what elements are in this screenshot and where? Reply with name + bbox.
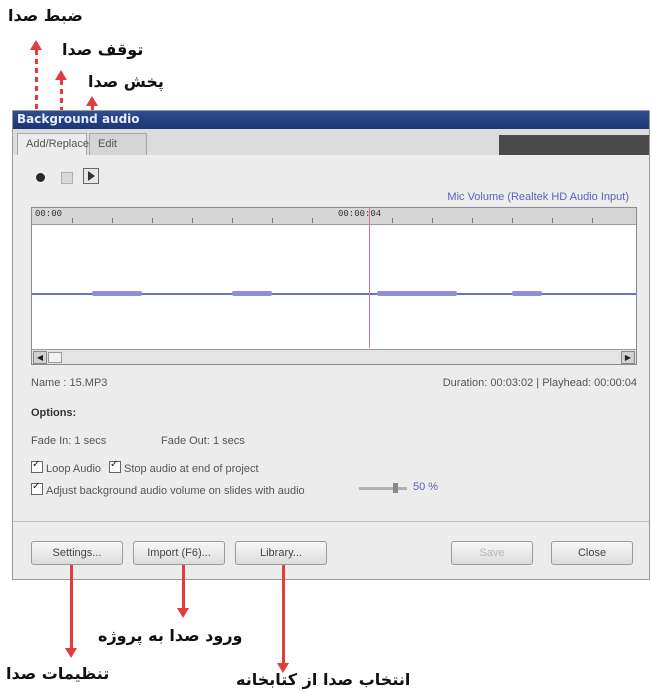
settings-arrow bbox=[70, 565, 73, 650]
fade-in-field[interactable]: Fade In: 1 secs bbox=[31, 435, 106, 447]
play-annotation: پخش صدا bbox=[88, 72, 164, 91]
scroll-thumb[interactable] bbox=[48, 352, 62, 363]
title-bar: Background audio bbox=[13, 111, 649, 129]
play-arrow-head bbox=[86, 96, 98, 106]
record-arrow-head bbox=[30, 40, 42, 50]
import-arrow bbox=[182, 565, 185, 610]
record-button[interactable] bbox=[36, 173, 45, 182]
tab-add-replace[interactable]: Add/Replace bbox=[17, 133, 89, 155]
import-arrow-head bbox=[177, 608, 189, 618]
loop-audio-label: Loop Audio bbox=[46, 463, 102, 475]
ruler-mark: 00:00:04 bbox=[338, 209, 382, 219]
playhead-line[interactable] bbox=[369, 208, 370, 348]
timeline-ruler: 00:00 00:00:04 bbox=[32, 208, 636, 225]
file-name-label: Name : 15.MP3 bbox=[31, 377, 108, 389]
settings-annotation: تنظیمات صدا bbox=[6, 664, 110, 683]
check-icon[interactable] bbox=[109, 459, 121, 473]
check-icon[interactable] bbox=[31, 459, 43, 473]
mic-source-label: Mic Volume (Realtek HD Audio Input) bbox=[447, 191, 629, 203]
options-heading: Options: bbox=[31, 407, 77, 419]
waveform-panel[interactable]: 00:00 00:00:04 ◀ ▶ bbox=[31, 207, 637, 365]
fade-out-field[interactable]: Fade Out: 1 secs bbox=[161, 435, 245, 447]
settings-button[interactable]: Settings... bbox=[31, 541, 123, 565]
close-button[interactable]: Close bbox=[551, 541, 633, 565]
adjust-volume-checkbox[interactable]: Adjust background audio volume on slides… bbox=[31, 481, 305, 497]
horizontal-scrollbar[interactable]: ◀ ▶ bbox=[32, 349, 636, 364]
volume-percent: 50 % bbox=[413, 481, 439, 493]
save-button[interactable]: Save bbox=[451, 541, 533, 565]
library-button[interactable]: Library... bbox=[235, 541, 327, 565]
tab-edit[interactable]: Edit bbox=[89, 133, 147, 155]
record-annotation: ضبط صدا bbox=[8, 6, 83, 25]
ruler-start: 00:00 bbox=[35, 209, 63, 219]
scroll-right-icon[interactable]: ▶ bbox=[621, 351, 635, 364]
tab-row: Add/Replace Edit bbox=[13, 129, 649, 155]
check-icon[interactable] bbox=[31, 481, 43, 495]
library-annotation: انتخاب صدا از کتابخانه bbox=[236, 670, 411, 689]
play-button[interactable] bbox=[83, 168, 99, 184]
slider-thumb[interactable] bbox=[393, 483, 398, 493]
adjust-volume-label: Adjust background audio volume on slides… bbox=[46, 485, 305, 497]
library-arrow bbox=[282, 565, 285, 665]
volume-slider[interactable] bbox=[359, 483, 407, 493]
scroll-left-icon[interactable]: ◀ bbox=[33, 351, 47, 364]
stop-at-end-label: Stop audio at end of project bbox=[124, 463, 259, 475]
stop-button[interactable] bbox=[61, 172, 73, 184]
background-audio-dialog: Background audio Add/Replace Edit Mic Vo… bbox=[12, 110, 650, 580]
import-button[interactable]: Import (F6)... bbox=[133, 541, 225, 565]
stop-at-end-checkbox[interactable]: Stop audio at end of project bbox=[109, 459, 259, 475]
window-title: Background audio bbox=[17, 112, 140, 126]
stop-annotation: توقف صدا bbox=[62, 40, 144, 59]
loop-audio-checkbox[interactable]: Loop Audio bbox=[31, 459, 102, 475]
stop-arrow-head bbox=[55, 70, 67, 80]
import-annotation: ورود صدا به پروژه bbox=[98, 626, 243, 645]
duration-label: Duration: 00:03:02 | Playhead: 00:00:04 bbox=[442, 377, 637, 389]
settings-arrow-head bbox=[65, 648, 77, 658]
